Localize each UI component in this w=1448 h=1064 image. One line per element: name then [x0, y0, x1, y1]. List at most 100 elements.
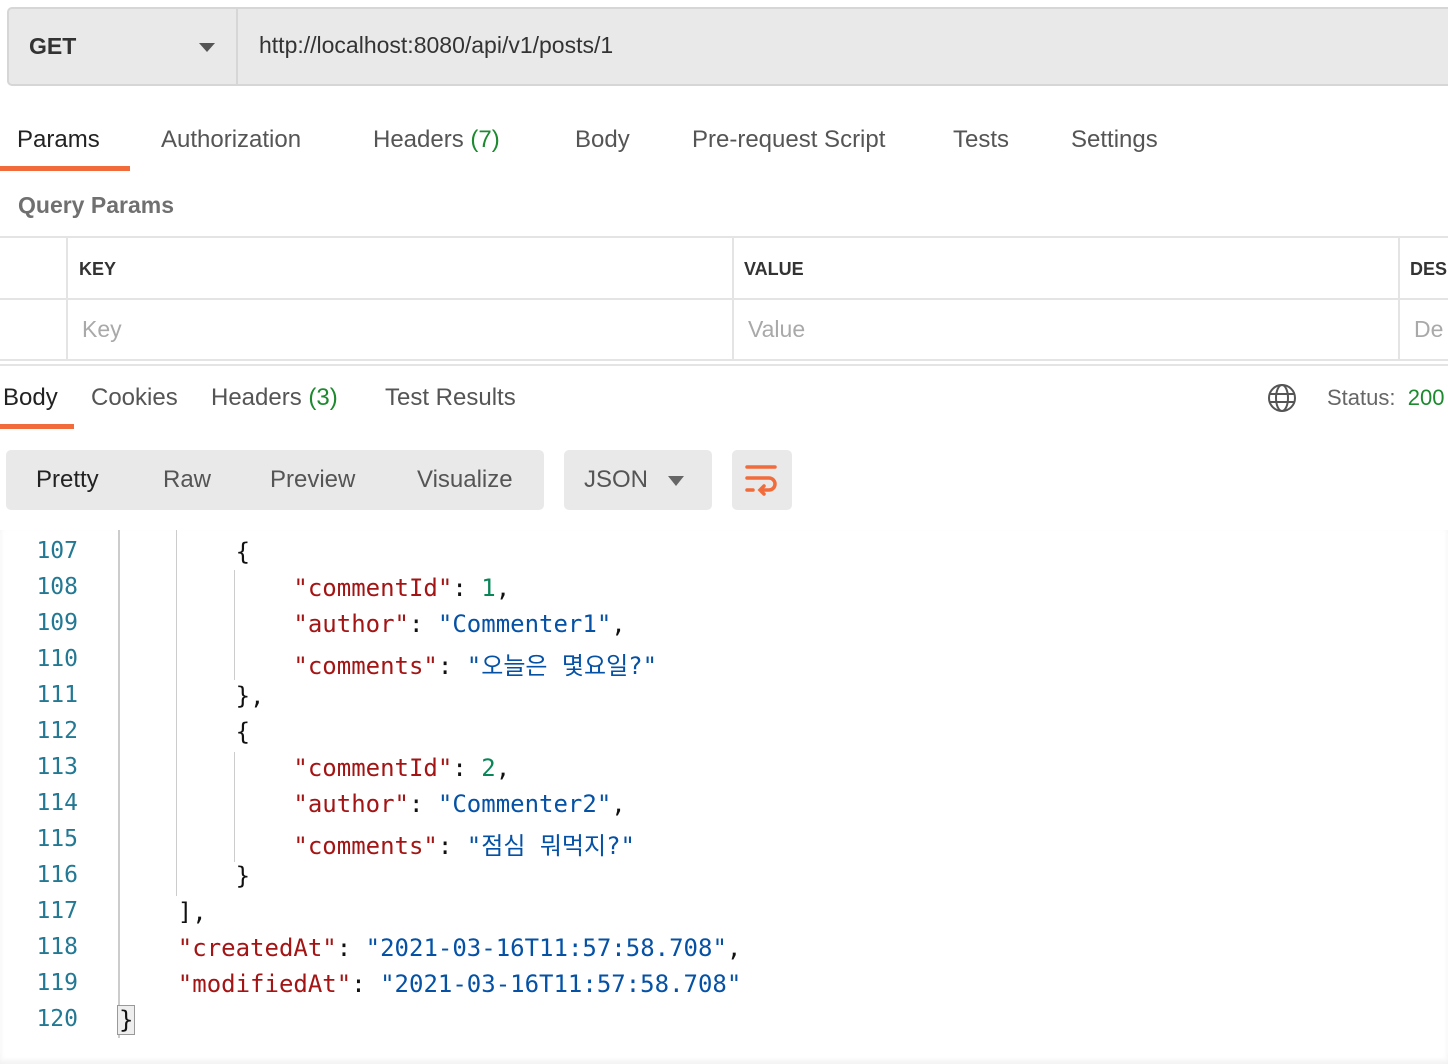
json-punctuation: {	[235, 538, 251, 566]
json-key: "modifiedAt"	[177, 970, 352, 998]
json-punctuation: :	[452, 574, 482, 602]
json-punctuation: }	[119, 1006, 134, 1034]
view-visualize[interactable]: Visualize	[417, 466, 513, 494]
json-punctuation: ,	[495, 574, 511, 602]
response-body-editor[interactable]: 107 {108 "commentId": 1, 109 "author": "Comm…	[0, 530, 1448, 1064]
json-punctuation: {	[235, 718, 251, 746]
code-line: "comments": "점심 뭐먹지?"	[293, 826, 635, 861]
view-preview[interactable]: Preview	[270, 466, 355, 494]
chevron-down-icon	[668, 476, 684, 486]
code-line: "author": "Commenter1",	[293, 610, 625, 638]
divider	[0, 364, 1448, 366]
wrap-lines-button[interactable]	[732, 450, 792, 510]
divider	[0, 298, 1448, 300]
description-input[interactable]: De	[1414, 316, 1443, 343]
line-number: 114	[36, 790, 78, 816]
code-line: },	[236, 682, 265, 710]
view-pretty[interactable]: Pretty	[36, 466, 99, 494]
tab-authorization[interactable]: Authorization	[161, 126, 301, 154]
line-number: 119	[36, 970, 78, 996]
json-punctuation: :	[437, 652, 467, 680]
json-key: "createdAt"	[177, 934, 337, 962]
line-number: 112	[36, 718, 78, 744]
line-number: 107	[36, 538, 78, 564]
tab-settings[interactable]: Settings	[1071, 126, 1158, 154]
json-punctuation: :	[452, 754, 482, 782]
line-number: 108	[36, 574, 78, 600]
code-line: "commentId": 2,	[293, 754, 510, 782]
indent-guide	[176, 530, 177, 896]
url-bar: GET http://localhost:8080/api/v1/posts/1	[7, 7, 1448, 86]
divider	[732, 237, 734, 360]
code-line: }	[236, 862, 250, 890]
line-number: 110	[36, 646, 78, 672]
json-punctuation: :	[437, 832, 467, 860]
divider	[66, 237, 68, 360]
key-input[interactable]: Key	[82, 316, 122, 343]
json-key: "commentId"	[293, 574, 453, 602]
divider	[0, 236, 1448, 238]
json-punctuation: ,	[611, 610, 626, 638]
line-number: 115	[36, 826, 78, 852]
tab-tests[interactable]: Tests	[953, 126, 1009, 154]
code-line: "comments": "오늘은 몇요일?"	[293, 646, 657, 681]
tab-pre-request-script[interactable]: Pre-request Script	[692, 126, 885, 154]
json-key: "author"	[293, 610, 409, 638]
json-punctuation: }	[235, 862, 251, 890]
response-tab-cookies[interactable]: Cookies	[91, 384, 178, 412]
response-tab-headers[interactable]: Headers (3)	[211, 384, 338, 412]
json-key: "comments"	[293, 832, 438, 860]
tab-headers[interactable]: Headers (7)	[373, 126, 500, 154]
headers-count: (7)	[470, 126, 500, 153]
active-tab-indicator	[0, 424, 74, 429]
url-input[interactable]: http://localhost:8080/api/v1/posts/1	[259, 32, 613, 59]
response-tab-body[interactable]: Body	[3, 384, 58, 412]
line-number: 111	[36, 682, 78, 708]
method-select[interactable]: GET	[9, 9, 238, 84]
json-key: "commentId"	[293, 754, 453, 782]
response-tab-test-results[interactable]: Test Results	[385, 384, 516, 412]
code-line: {	[236, 718, 250, 746]
line-number: 109	[36, 610, 78, 636]
line-number: 120	[36, 1006, 78, 1032]
column-key: KEY	[79, 259, 117, 279]
value-input[interactable]: Value	[748, 316, 805, 343]
json-string: "2021-03-16T11:57:58.708"	[380, 970, 742, 998]
wrap-lines-icon	[745, 465, 777, 496]
code-line: "createdAt": "2021-03-16T11:57:58.708",	[178, 934, 742, 962]
tab-body[interactable]: Body	[575, 126, 630, 154]
method-label: GET	[29, 33, 77, 59]
code-line: }	[116, 1005, 136, 1035]
json-string: "점심 뭐먹지?"	[466, 832, 635, 860]
json-punctuation: :	[408, 790, 438, 818]
column-value: VALUE	[744, 259, 804, 279]
status: Status: 200	[1327, 385, 1445, 410]
status-code: 200	[1407, 385, 1445, 410]
globe-icon[interactable]	[1267, 383, 1297, 413]
json-punctuation: :	[336, 934, 366, 962]
column-description: DES	[1410, 259, 1448, 279]
line-number: 117	[36, 898, 78, 924]
view-mode-group: Pretty Raw Preview Visualize	[6, 450, 544, 510]
view-raw[interactable]: Raw	[163, 466, 211, 494]
format-select[interactable]: JSON	[564, 450, 712, 510]
line-number: 118	[36, 934, 78, 960]
active-tab-indicator	[0, 166, 130, 171]
format-label: JSON	[584, 466, 649, 493]
code-line: {	[236, 538, 250, 566]
line-number: 113	[36, 754, 78, 780]
query-params-title: Query Params	[18, 192, 174, 218]
headers-count: (3)	[308, 384, 338, 411]
json-punctuation: },	[235, 682, 265, 710]
code-line: "author": "Commenter2",	[293, 790, 625, 818]
tab-params[interactable]: Params	[17, 126, 100, 154]
json-number: 1	[481, 574, 496, 602]
json-punctuation: ,	[726, 934, 742, 962]
line-number: 116	[36, 862, 78, 888]
indent-guide	[234, 570, 235, 680]
code-line: "modifiedAt": "2021-03-16T11:57:58.708"	[178, 970, 742, 998]
json-string: "Commenter1"	[437, 610, 612, 638]
json-key: "comments"	[293, 652, 438, 680]
code-line: "commentId": 1,	[293, 574, 510, 602]
code-line: ],	[178, 898, 207, 926]
